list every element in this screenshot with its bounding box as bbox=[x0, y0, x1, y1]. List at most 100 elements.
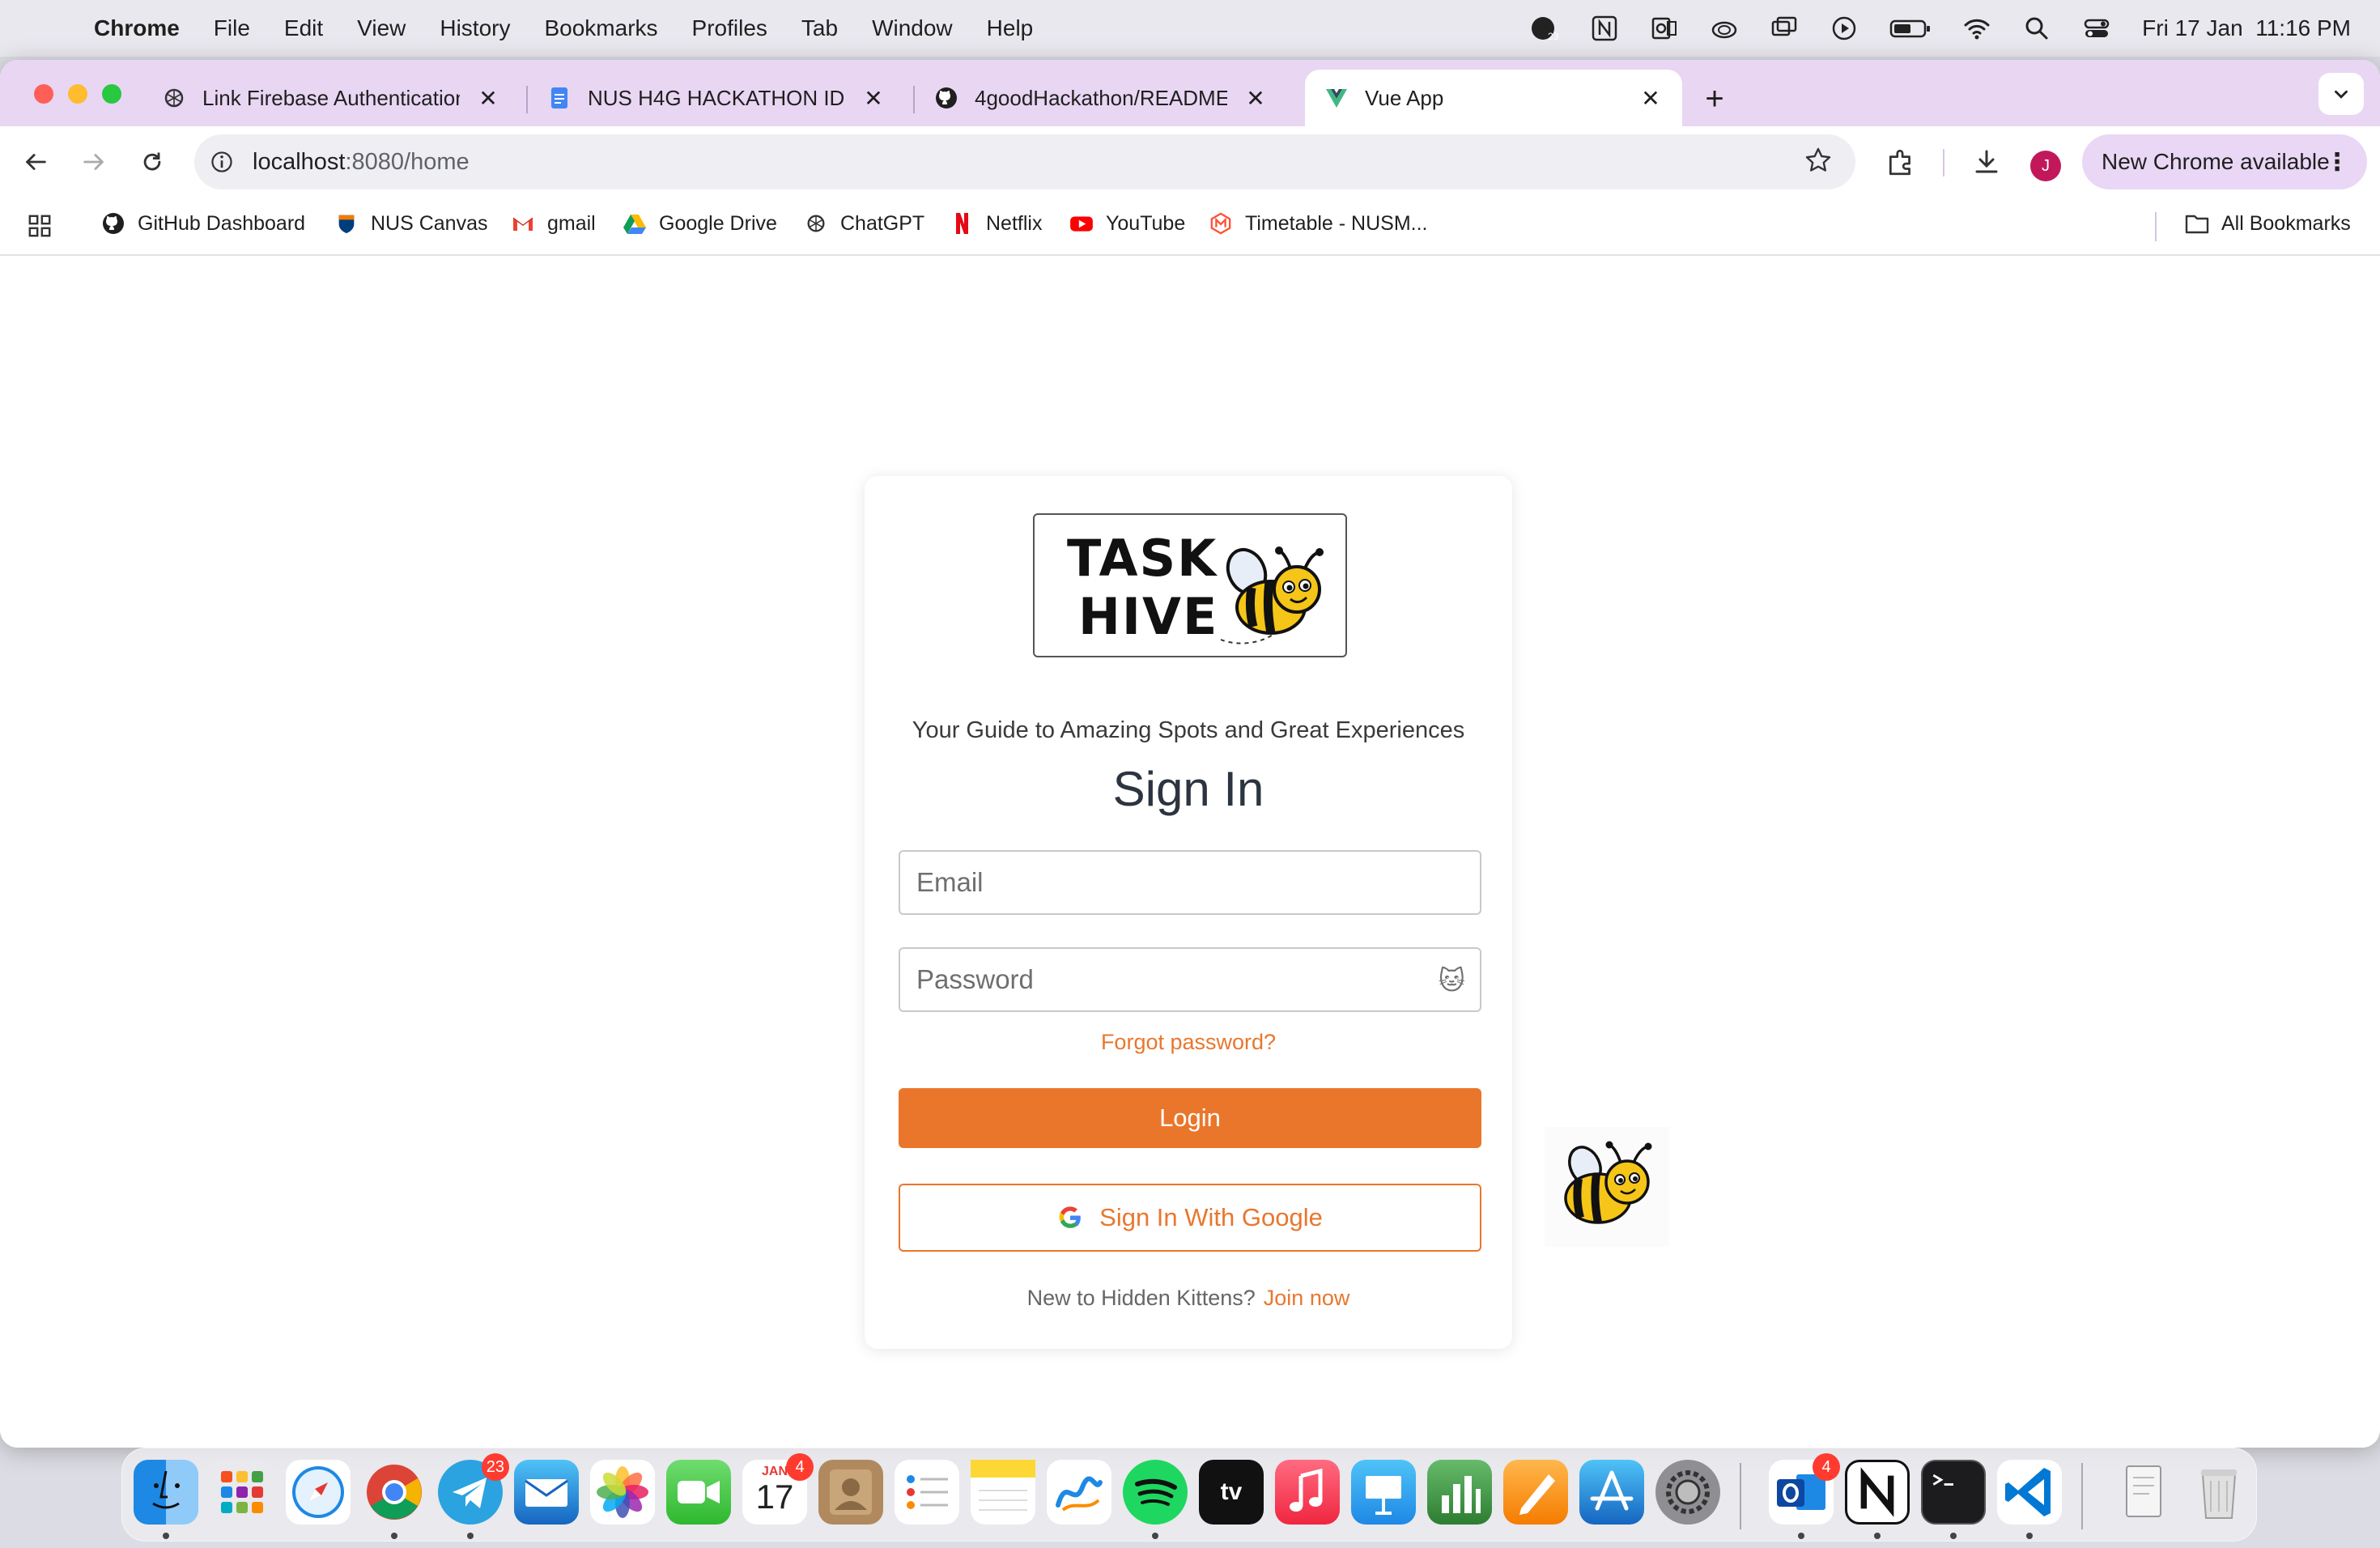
screen-mirroring-icon[interactable] bbox=[1770, 14, 1799, 43]
outlook-icon[interactable]: 4 bbox=[1769, 1453, 1840, 1525]
github-icon bbox=[100, 211, 126, 236]
all-bookmarks-button[interactable]: All Bookmarks bbox=[2184, 211, 2351, 236]
menu-profiles[interactable]: Profiles bbox=[692, 15, 767, 41]
creative-cloud-icon[interactable] bbox=[1710, 14, 1739, 43]
address-bar[interactable]: localhost:8080/home bbox=[194, 134, 1855, 189]
tab-search-chevron-icon[interactable] bbox=[2318, 73, 2364, 115]
menu-edit[interactable]: Edit bbox=[284, 15, 323, 41]
freeform-icon[interactable] bbox=[1047, 1460, 1111, 1525]
close-window-button[interactable] bbox=[34, 84, 53, 104]
menu-history[interactable]: History bbox=[440, 15, 510, 41]
app-store-icon[interactable] bbox=[1579, 1460, 1644, 1525]
tab-vue-app[interactable]: Vue App ✕ bbox=[1305, 70, 1682, 126]
telegram-icon[interactable]: 23 bbox=[438, 1453, 509, 1525]
tab-github-readme[interactable]: 4goodHackathon/README.md ✕ bbox=[915, 70, 1287, 126]
browser-toolbar: localhost:8080/home J New Chrome availab… bbox=[0, 126, 2380, 198]
new-chrome-available-button[interactable]: New Chrome available ⋮ bbox=[2082, 134, 2367, 189]
vscode-icon[interactable] bbox=[1997, 1460, 2062, 1525]
url-host: localhost bbox=[253, 148, 346, 175]
back-arrow-icon[interactable] bbox=[16, 142, 55, 181]
sign-in-with-google-button[interactable]: Sign In With Google bbox=[899, 1184, 1481, 1252]
system-settings-icon[interactable] bbox=[1655, 1460, 1720, 1525]
bookmark-github-dashboard[interactable]: GitHub Dashboard bbox=[100, 211, 305, 236]
facetime-icon[interactable] bbox=[666, 1460, 731, 1525]
notion-status-icon[interactable] bbox=[1590, 14, 1619, 43]
bookmarks-bar: GitHub Dashboard NUS Canvas gmail Google… bbox=[0, 198, 2380, 256]
menu-bookmarks[interactable]: Bookmarks bbox=[544, 15, 657, 41]
bookmark-nus-canvas[interactable]: NUS Canvas bbox=[334, 211, 488, 236]
safari-icon[interactable] bbox=[286, 1460, 351, 1525]
bookmark-chatgpt[interactable]: ChatGPT bbox=[803, 211, 924, 236]
apps-grid-icon[interactable] bbox=[28, 214, 52, 238]
site-info-icon[interactable] bbox=[206, 146, 238, 178]
bookmark-label: gmail bbox=[547, 211, 596, 235]
extensions-puzzle-icon[interactable] bbox=[1883, 144, 1919, 180]
photos-icon[interactable] bbox=[590, 1460, 655, 1525]
launchpad-icon[interactable] bbox=[210, 1460, 274, 1525]
bookmark-gmail[interactable]: gmail bbox=[510, 211, 596, 236]
finder-icon[interactable] bbox=[134, 1460, 198, 1525]
close-tab-icon[interactable]: ✕ bbox=[1638, 86, 1663, 111]
logo-line-1: TASK bbox=[1067, 529, 1218, 588]
chrome-window: Link Firebase Authentication ✕ NUS H4G H… bbox=[0, 60, 2380, 1448]
zoom-window-button[interactable] bbox=[102, 84, 121, 104]
forgot-password-link[interactable]: Forgot password? bbox=[865, 1030, 1512, 1055]
bookmark-youtube[interactable]: YouTube bbox=[1069, 211, 1185, 236]
chrome-icon[interactable] bbox=[362, 1460, 427, 1525]
logo-line-2: HIVE bbox=[1078, 587, 1219, 646]
spotlight-search-icon[interactable] bbox=[2022, 14, 2051, 43]
mail-icon[interactable] bbox=[514, 1460, 579, 1525]
tab-nus-h4g-ideas[interactable]: NUS H4G HACKATHON IDEAS ✕ bbox=[528, 70, 905, 126]
control-center-icon[interactable] bbox=[2082, 14, 2111, 43]
numbers-icon[interactable] bbox=[1427, 1460, 1492, 1525]
contacts-icon[interactable] bbox=[818, 1460, 883, 1525]
downloads-icon[interactable] bbox=[1969, 144, 2004, 180]
outlook-status-icon[interactable] bbox=[1650, 14, 1679, 43]
terminal-icon[interactable] bbox=[1921, 1460, 1986, 1525]
apple-tv-icon[interactable]: tv bbox=[1199, 1460, 1264, 1525]
pages-icon[interactable] bbox=[1503, 1460, 1568, 1525]
email-field[interactable]: Email bbox=[899, 850, 1481, 915]
music-icon[interactable] bbox=[1275, 1460, 1340, 1525]
notion-icon[interactable] bbox=[1845, 1460, 1910, 1525]
show-password-cat-icon[interactable]: 🐱 bbox=[1439, 965, 1465, 996]
menu-bar-clock[interactable]: Fri 17 Jan 11:16 PM bbox=[2142, 15, 2351, 41]
bookmark-label: NUS Canvas bbox=[371, 211, 488, 235]
minimize-window-button[interactable] bbox=[68, 84, 87, 104]
profile-avatar[interactable]: J bbox=[2030, 151, 2061, 181]
menu-window[interactable]: Window bbox=[872, 15, 953, 41]
new-tab-icon[interactable]: + bbox=[1697, 81, 1732, 117]
close-tab-icon[interactable]: ✕ bbox=[861, 86, 886, 111]
menu-app-chrome[interactable]: Chrome bbox=[94, 15, 180, 41]
menu-view[interactable]: View bbox=[357, 15, 406, 41]
url-path: :8080/home bbox=[345, 148, 470, 175]
join-now-link[interactable]: Join now bbox=[1264, 1286, 1350, 1310]
bookmark-google-drive[interactable]: Google Drive bbox=[622, 211, 777, 236]
calendar-icon[interactable]: JAN 17 4 bbox=[742, 1453, 814, 1525]
password-placeholder: Password bbox=[916, 964, 1034, 994]
close-tab-icon[interactable]: ✕ bbox=[1243, 86, 1268, 111]
keynote-icon[interactable] bbox=[1351, 1460, 1416, 1525]
more-menu-icon[interactable]: ⋮ bbox=[2325, 148, 2349, 176]
trash-icon[interactable] bbox=[2187, 1460, 2251, 1525]
login-button[interactable]: Login bbox=[899, 1088, 1481, 1148]
now-playing-icon[interactable] bbox=[1830, 14, 1859, 43]
password-field[interactable]: Password 🐱 bbox=[899, 947, 1481, 1012]
spotify-icon[interactable] bbox=[1123, 1460, 1188, 1525]
bookmark-star-icon[interactable] bbox=[1804, 146, 1833, 181]
wifi-icon[interactable] bbox=[1962, 14, 1991, 43]
bookmark-timetable-nusmods[interactable]: Timetable - NUSM... bbox=[1208, 211, 1428, 236]
downloads-stack-icon[interactable] bbox=[2110, 1460, 2175, 1525]
menu-tab[interactable]: Tab bbox=[801, 15, 838, 41]
notes-icon[interactable] bbox=[971, 1460, 1035, 1525]
reload-icon[interactable] bbox=[133, 142, 172, 181]
tab-firebase-auth[interactable]: Link Firebase Authentication ✕ bbox=[142, 70, 520, 126]
menu-file[interactable]: File bbox=[214, 15, 250, 41]
close-tab-icon[interactable]: ✕ bbox=[476, 86, 500, 111]
reminders-icon[interactable] bbox=[895, 1460, 959, 1525]
battery-icon[interactable] bbox=[1889, 14, 1932, 43]
openai-status-icon[interactable]: 23 bbox=[1530, 14, 1559, 43]
menu-help[interactable]: Help bbox=[987, 15, 1034, 41]
bookmark-netflix[interactable]: Netflix bbox=[949, 211, 1042, 236]
forward-arrow-icon[interactable] bbox=[74, 142, 113, 181]
